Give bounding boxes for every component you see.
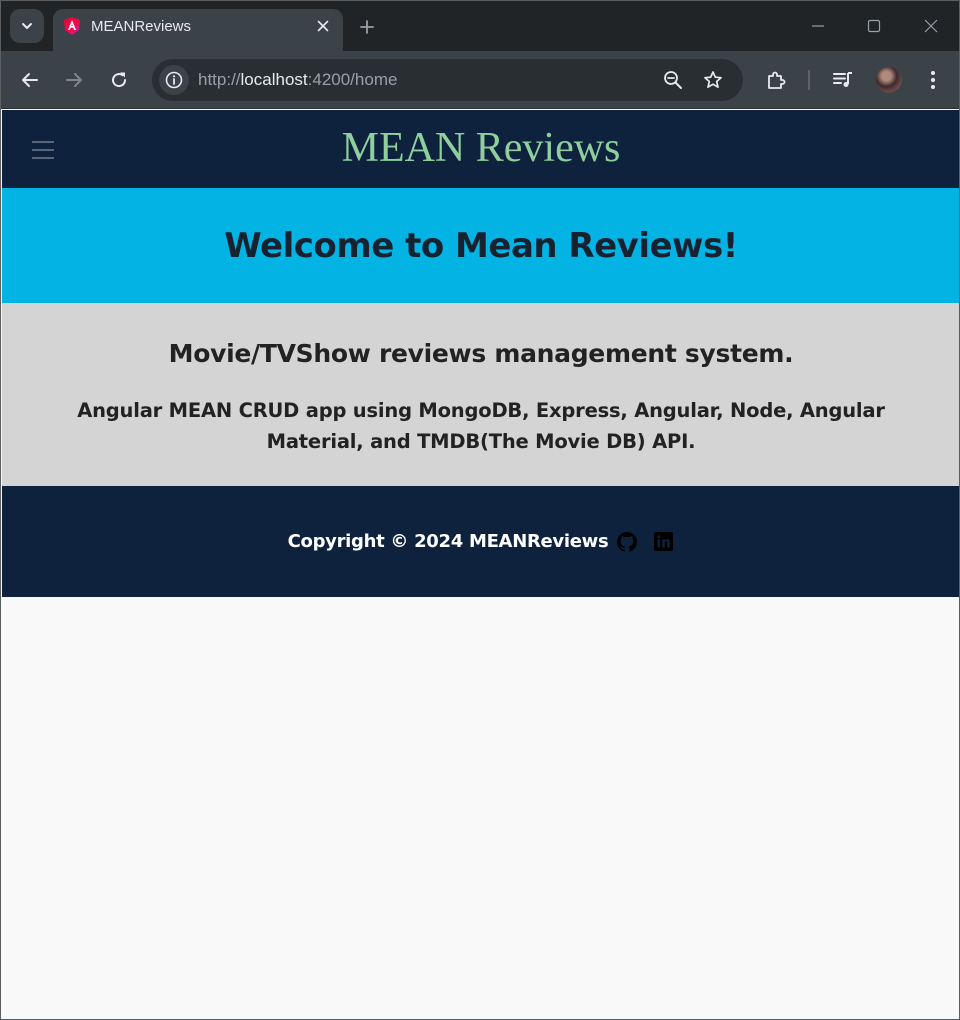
app-footer: Copyright © 2024 MEANReviews [2, 486, 959, 597]
info-section: Movie/TVShow reviews management system. … [2, 303, 959, 486]
maximize-button[interactable] [861, 13, 887, 39]
zoom-out-icon [664, 71, 682, 89]
address-bar[interactable]: http://localhost:4200/home [152, 59, 743, 101]
arrow-right-icon [66, 73, 82, 87]
app-header: MEAN Reviews [2, 110, 959, 188]
star-icon [704, 71, 722, 89]
more-vertical-icon [931, 71, 935, 89]
url-host: localhost [240, 70, 308, 89]
close-window-button[interactable] [918, 13, 944, 39]
tab-close-button[interactable] [313, 16, 333, 36]
site-info-button[interactable] [159, 65, 189, 95]
url-text[interactable]: http://localhost:4200/home [198, 70, 397, 90]
welcome-heading: Welcome to Mean Reviews! [224, 225, 738, 266]
copyright-text: Copyright © 2024 MEANReviews [287, 531, 609, 552]
arrow-left-icon [22, 73, 38, 87]
close-icon [317, 20, 329, 32]
tab-title: MEANReviews [91, 18, 192, 35]
github-icon[interactable] [616, 531, 638, 553]
browser-toolbar: http://localhost:4200/home [1, 51, 959, 109]
profile-avatar[interactable] [876, 67, 902, 93]
browser-tab-active[interactable]: MEANReviews [53, 9, 343, 51]
info-description: Angular MEAN CRUD app using MongoDB, Exp… [77, 399, 885, 453]
url-path: :4200/home [307, 70, 398, 89]
welcome-banner: Welcome to Mean Reviews! [2, 188, 959, 303]
playlist-icon [833, 72, 852, 87]
media-controls-button[interactable] [827, 64, 859, 96]
forward-button[interactable] [58, 64, 90, 96]
chevron-down-icon [22, 23, 32, 29]
info-subheading: Movie/TVShow reviews management system. [168, 339, 794, 368]
tab-strip: MEANReviews [1, 1, 959, 51]
browser-menu-button[interactable] [917, 64, 949, 96]
info-icon [165, 71, 183, 89]
reload-icon [112, 72, 127, 88]
minimize-icon [812, 25, 824, 27]
toolbar-separator [808, 70, 810, 90]
angular-icon [64, 17, 80, 35]
back-button[interactable] [14, 64, 46, 96]
url-scheme: http:// [198, 70, 241, 89]
bookmark-button[interactable] [698, 65, 728, 95]
browser-window: MEANReviews http://localhost:4200/home M… [0, 0, 960, 1020]
tab-search-button[interactable] [10, 9, 44, 43]
new-tab-button[interactable] [354, 14, 380, 40]
extensions-button[interactable] [761, 64, 793, 96]
app-title[interactable]: MEAN Reviews [2, 124, 959, 172]
linkedin-icon[interactable] [652, 531, 674, 553]
minimize-button[interactable] [805, 13, 831, 39]
plus-icon [360, 20, 374, 34]
puzzle-icon [768, 71, 786, 89]
zoom-button[interactable] [658, 65, 688, 95]
page-content: MEAN Reviews Welcome to Mean Reviews! Mo… [2, 110, 959, 597]
close-icon [924, 19, 938, 33]
reload-button[interactable] [103, 64, 135, 96]
maximize-icon [867, 19, 881, 33]
